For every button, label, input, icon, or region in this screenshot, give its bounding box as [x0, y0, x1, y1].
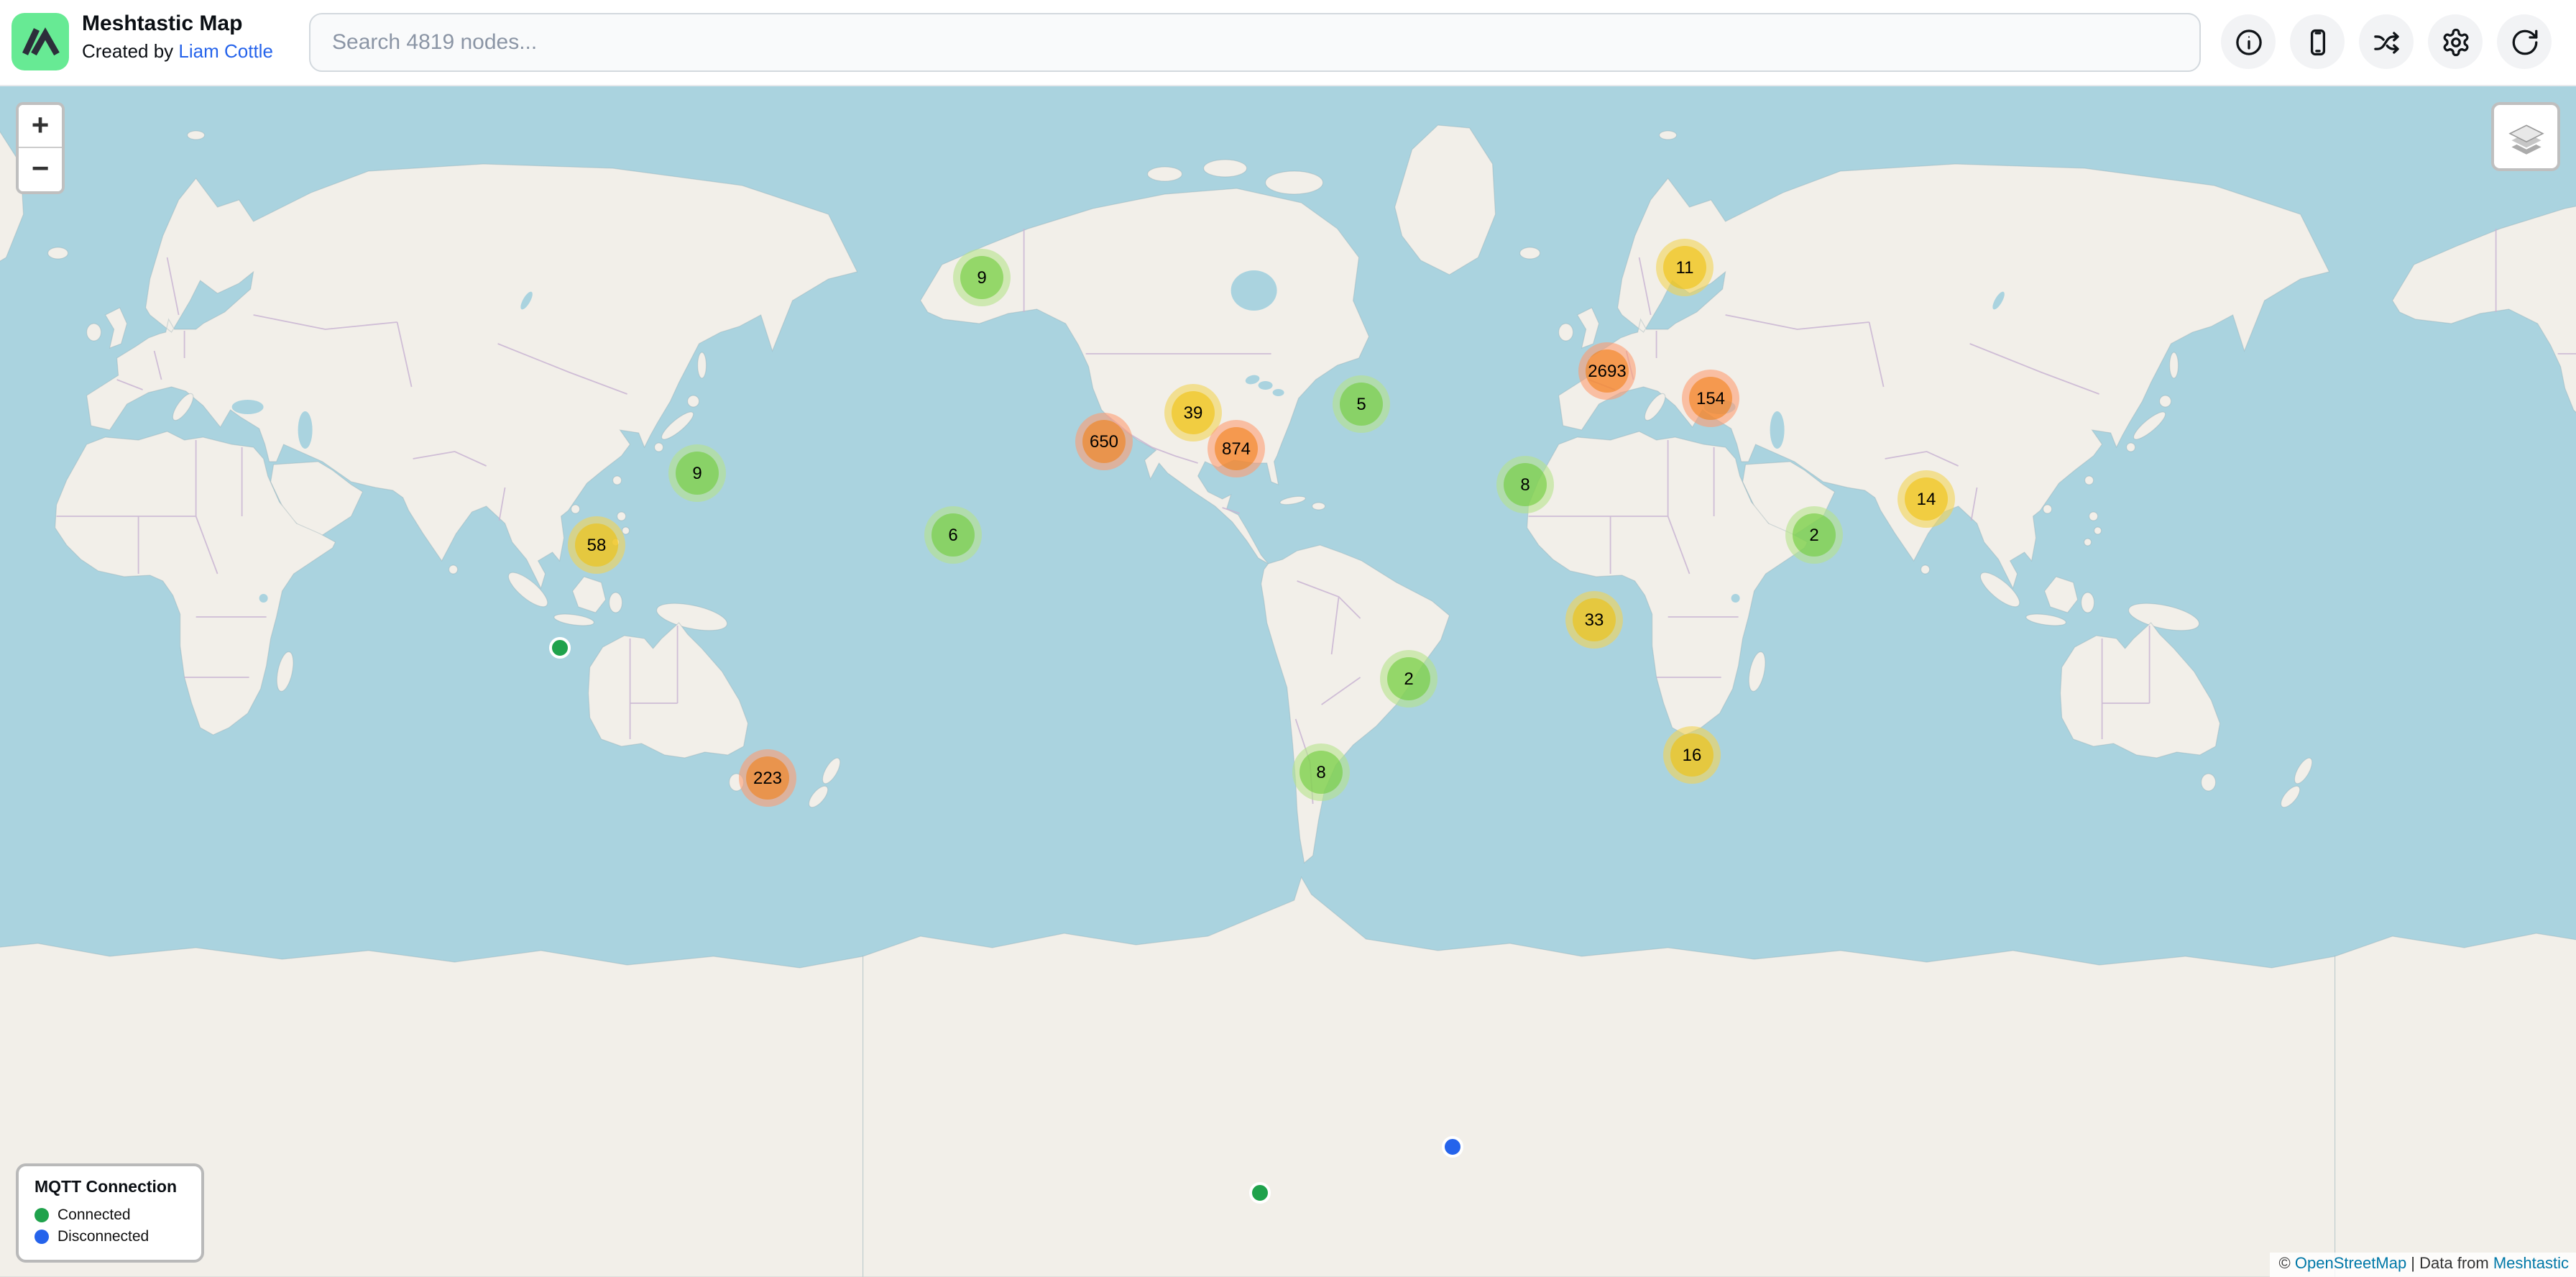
legend-item-disconnected: Disconnected	[34, 1228, 185, 1245]
cluster-marker[interactable]: 2693	[1578, 342, 1636, 400]
cluster-marker[interactable]: 6	[924, 506, 982, 564]
cluster-marker[interactable]: 16	[1663, 726, 1721, 784]
cluster-marker[interactable]: 5	[1333, 375, 1390, 433]
cluster-count: 874	[1215, 427, 1258, 470]
zoom-in-button[interactable]: +	[19, 105, 62, 148]
gear-icon	[2440, 27, 2470, 57]
cluster-count: 2	[1387, 657, 1430, 700]
cluster-marker[interactable]: 11	[1656, 239, 1714, 296]
node-marker-connected[interactable]	[1248, 1181, 1270, 1203]
meshtastic-link[interactable]: Meshtastic	[2493, 1255, 2569, 1273]
layers-icon	[2506, 117, 2545, 156]
refresh-button[interactable]	[2497, 14, 2552, 69]
cluster-marker[interactable]: 2	[1380, 650, 1438, 708]
cluster-count: 39	[1172, 391, 1215, 434]
cluster-count: 8	[1504, 463, 1547, 506]
legend-title: MQTT Connection	[34, 1179, 185, 1196]
node-marker-connected[interactable]	[548, 636, 570, 658]
world-basemap[interactable]	[0, 85, 2576, 1277]
legend-item-connected: Connected	[34, 1207, 185, 1224]
cluster-count: 650	[1082, 420, 1126, 463]
cluster-marker[interactable]: 14	[1898, 470, 1955, 528]
cluster-marker[interactable]: 154	[1682, 370, 1739, 427]
copyright-text: ©	[2279, 1255, 2295, 1273]
openstreetmap-link[interactable]: OpenStreetMap	[2295, 1255, 2406, 1273]
cluster-marker[interactable]: 2	[1785, 506, 1843, 564]
settings-button[interactable]	[2428, 14, 2483, 69]
map-attribution: © OpenStreetMap | Data from Meshtastic	[2271, 1253, 2576, 1277]
cluster-count: 6	[932, 513, 975, 557]
cluster-count: 33	[1573, 598, 1616, 641]
cluster-count: 9	[676, 452, 719, 495]
node-marker-disconnected[interactable]	[1441, 1135, 1463, 1157]
random-node-button[interactable]	[2359, 14, 2414, 69]
cluster-marker[interactable]: 9	[668, 444, 726, 502]
cluster-marker[interactable]: 9	[953, 249, 1011, 306]
legend-item-label: Connected	[58, 1207, 131, 1224]
smartphone-icon	[2302, 27, 2332, 57]
header-bar: Meshtastic Map Created by Liam Cottle	[0, 0, 2576, 86]
mobile-app-button[interactable]	[2290, 14, 2345, 69]
cluster-marker[interactable]: 33	[1565, 591, 1623, 649]
cluster-marker[interactable]: 58	[568, 516, 625, 574]
title-block: Meshtastic Map Created by Liam Cottle	[82, 12, 273, 63]
cluster-count: 8	[1300, 751, 1343, 794]
cluster-count: 9	[960, 256, 1003, 299]
byline: Created by Liam Cottle	[82, 40, 273, 63]
meshtastic-map-app: Meshtastic Map Created by Liam Cottle	[0, 0, 2576, 1277]
mqtt-connection-legend: MQTT Connection Connected Disconnected	[16, 1163, 204, 1263]
zoom-control: + −	[16, 102, 65, 194]
byline-prefix: Created by	[82, 40, 178, 62]
author-link[interactable]: Liam Cottle	[178, 40, 273, 62]
cluster-count: 5	[1340, 383, 1383, 426]
meshtastic-logo-icon	[12, 13, 69, 70]
map-canvas[interactable]: 911269315439650874589586142332822316 + −…	[0, 85, 2576, 1277]
cluster-marker[interactable]: 874	[1208, 420, 1265, 477]
cluster-marker[interactable]: 223	[739, 749, 796, 807]
connected-status-dot	[34, 1208, 49, 1222]
cluster-count: 223	[746, 756, 789, 800]
disconnected-status-dot	[34, 1230, 49, 1244]
info-button[interactable]	[2221, 14, 2276, 69]
cluster-count: 154	[1689, 377, 1732, 420]
cluster-count: 58	[575, 523, 618, 567]
cluster-count: 16	[1670, 733, 1714, 777]
attribution-middle-text: | Data from	[2406, 1255, 2493, 1273]
zoom-out-button[interactable]: −	[19, 148, 62, 191]
layers-control[interactable]	[2491, 102, 2560, 171]
page-title: Meshtastic Map	[82, 12, 273, 37]
info-icon	[2233, 27, 2263, 57]
refresh-icon	[2509, 27, 2539, 57]
cluster-marker[interactable]: 650	[1075, 413, 1133, 470]
legend-item-label: Disconnected	[58, 1228, 149, 1245]
shuffle-icon	[2371, 27, 2401, 57]
cluster-count: 2	[1793, 513, 1836, 557]
cluster-count: 11	[1663, 246, 1706, 289]
search-input[interactable]	[309, 13, 2201, 72]
cluster-marker[interactable]: 8	[1496, 456, 1554, 513]
cluster-marker[interactable]: 8	[1292, 743, 1350, 801]
meshtastic-logo	[12, 13, 69, 70]
cluster-count: 2693	[1586, 349, 1629, 393]
cluster-count: 14	[1905, 477, 1948, 521]
